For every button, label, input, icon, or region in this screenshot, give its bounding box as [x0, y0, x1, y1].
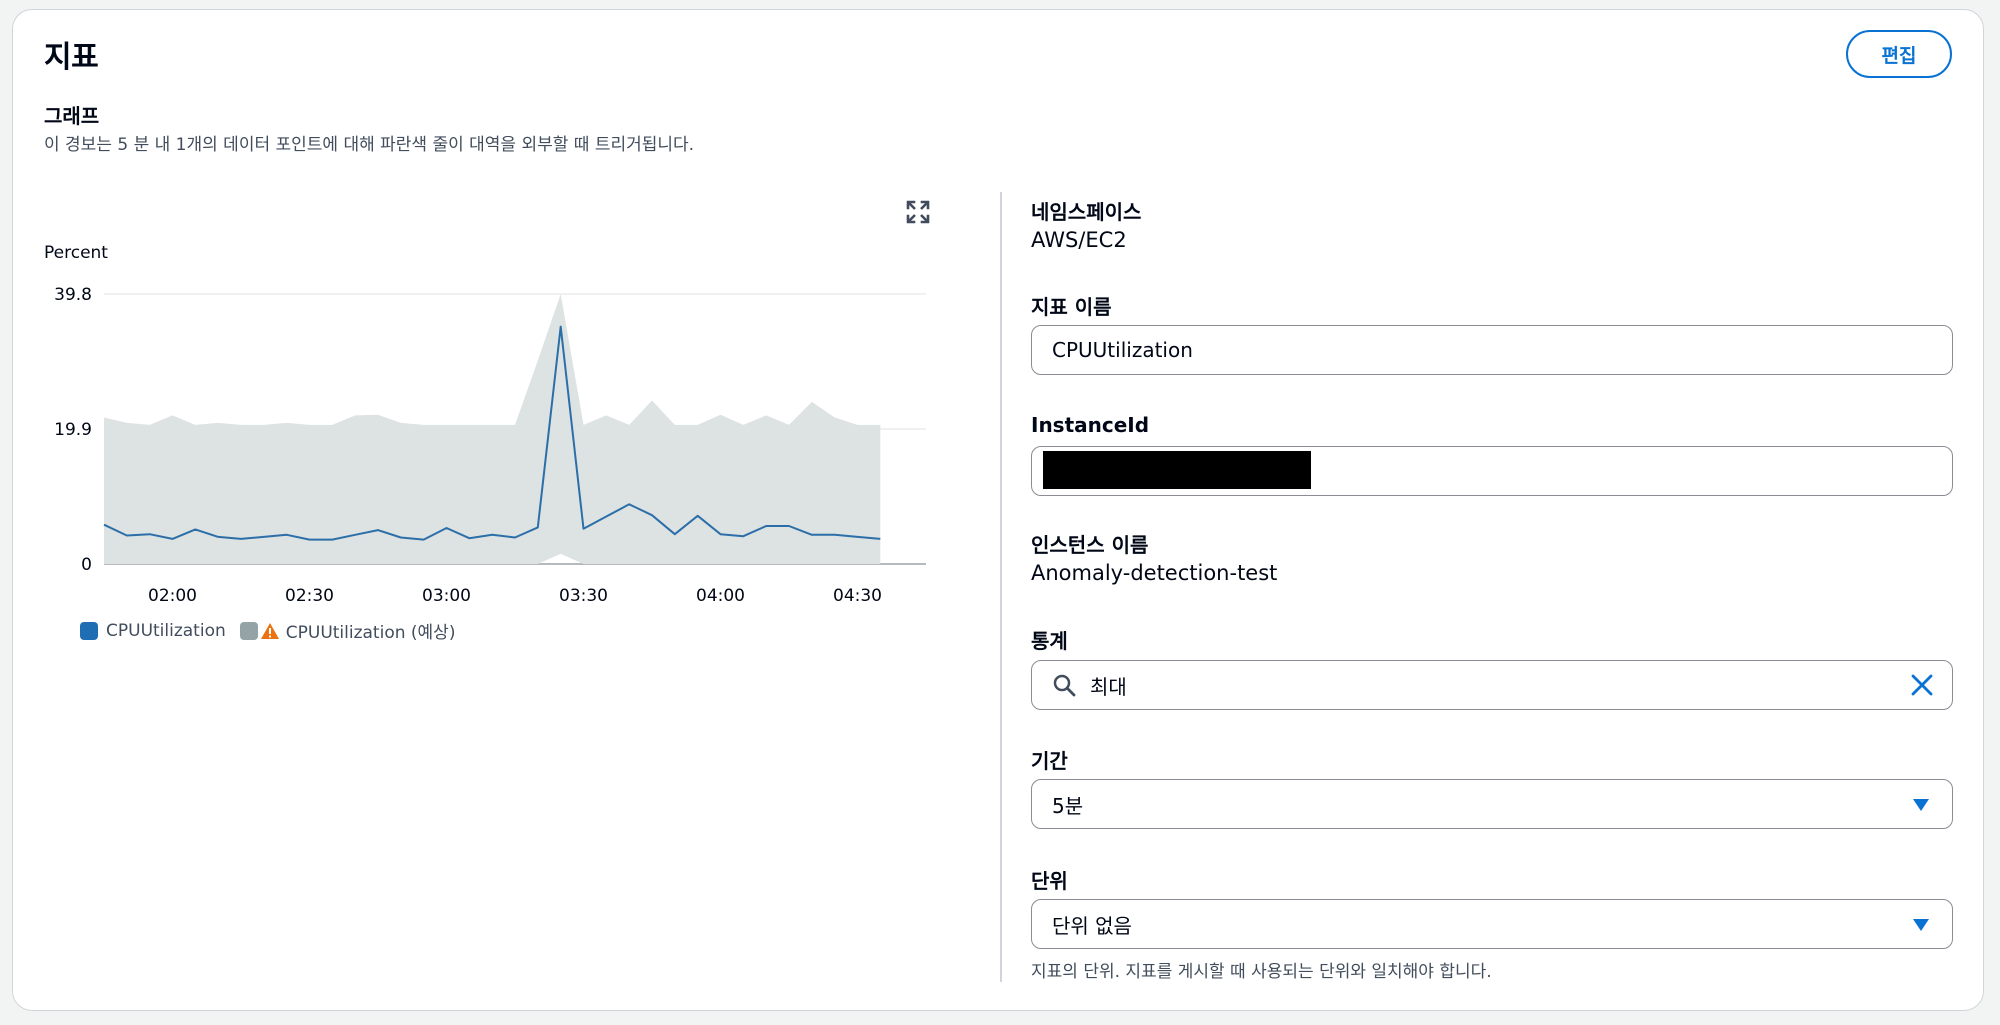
- warning-icon: [260, 622, 280, 640]
- statistic-label: 통계: [1031, 629, 1068, 653]
- legend-item-cpu[interactable]: CPUUtilization: [80, 621, 226, 641]
- legend-swatch-expected: [239, 621, 258, 640]
- y-tick-label: 39.8: [54, 285, 92, 305]
- cpu-chart: 39.8 19.9 0 02:00 02:30 03:00 03:30 04:00 04:30…: [44, 243, 926, 606]
- namespace-label: 네임스페이스: [1031, 200, 1142, 224]
- x-tick-label: 03:30: [559, 586, 608, 606]
- legend-item-expected[interactable]: CPUUtilization (예상): [239, 618, 456, 643]
- instance-id-input[interactable]: [1031, 446, 1953, 496]
- legend-label-actual: CPUUtilization: [106, 620, 226, 641]
- x-tick-label: 02:00: [148, 586, 197, 606]
- statistic-value: 최대: [1090, 674, 1127, 699]
- x-tick-label: 04:30: [833, 586, 882, 606]
- unit-value: 단위 없음: [1052, 913, 1132, 938]
- caret-down-icon: [1912, 918, 1930, 932]
- unit-select[interactable]: 단위 없음: [1031, 899, 1953, 949]
- caret-down-icon: [1912, 798, 1930, 812]
- search-icon: [1052, 673, 1076, 697]
- redacted-value: [1043, 451, 1311, 489]
- chart-legend: CPUUtilization CPUUtilization (예상): [80, 618, 469, 643]
- unit-label: 단위: [1031, 869, 1068, 893]
- statistic-input[interactable]: 최대: [1031, 660, 1953, 710]
- close-icon[interactable]: [1910, 673, 1934, 697]
- x-tick-label: 03:00: [422, 586, 471, 606]
- instance-id-label: InstanceId: [1031, 413, 1150, 437]
- column-divider: [1000, 192, 1002, 982]
- x-tick-label: 02:30: [285, 586, 334, 606]
- period-label: 기간: [1031, 749, 1068, 773]
- y-tick-label: 0: [81, 555, 92, 575]
- y-tick-label: 19.9: [54, 420, 92, 440]
- metric-name-value: CPUUtilization: [1052, 338, 1193, 362]
- metric-name-label: 지표 이름: [1031, 295, 1112, 319]
- instance-name-value: Anomaly-detection-test: [1031, 561, 1278, 585]
- unit-hint: 지표의 단위. 지표를 게시할 때 사용되는 단위와 일치해야 합니다.: [1031, 962, 1492, 982]
- x-tick-label: 04:00: [696, 586, 745, 606]
- metric-name-input[interactable]: CPUUtilization: [1031, 325, 1953, 375]
- legend-label-expected: CPUUtilization (예상): [285, 623, 456, 643]
- instance-name-label: 인스턴스 이름: [1031, 533, 1149, 557]
- period-select[interactable]: 5분: [1031, 779, 1953, 829]
- namespace-value: AWS/EC2: [1031, 228, 1127, 252]
- period-value: 5분: [1052, 793, 1084, 818]
- legend-swatch-actual: [80, 621, 98, 640]
- expected-band: [104, 294, 881, 564]
- y-axis-label: Percent: [44, 243, 108, 263]
- edit-button[interactable]: 편집: [1846, 30, 1952, 78]
